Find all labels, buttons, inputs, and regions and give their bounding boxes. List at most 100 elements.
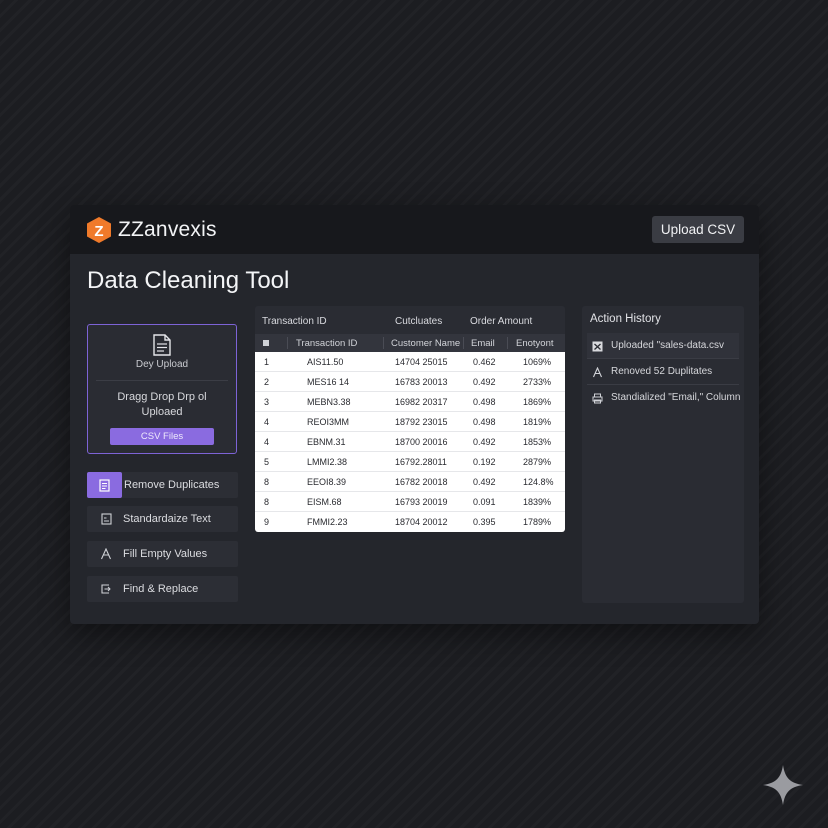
find-replace-button[interactable]: Find & Replace <box>87 576 238 602</box>
history-item[interactable]: Standialized "Email," Column <box>587 385 741 411</box>
action-label: Standardaize Text <box>123 513 211 525</box>
cell: 8 <box>264 477 270 487</box>
cell: 0.498 <box>473 397 496 407</box>
cell: 0.462 <box>473 357 496 367</box>
text-format-icon <box>93 506 119 532</box>
remove-duplicates-button[interactable]: Remove Duplicates <box>87 472 238 498</box>
cell: 0.192 <box>473 457 496 467</box>
cell: 5 <box>264 457 270 467</box>
cell: 16982 20317 <box>395 397 448 407</box>
dropzone-divider <box>96 380 228 381</box>
cell: 1853% <box>523 437 552 447</box>
table-group-header: Transaction ID Cutcluates Order Amount <box>255 306 565 334</box>
cell: 124.8% <box>523 477 554 487</box>
table-row[interactable]: 9 FMMI2.23 18704 20012 0.395 1789% <box>255 512 565 532</box>
action-label: Remove Duplicates <box>124 479 220 491</box>
group-header-cell: Transaction ID <box>262 316 327 327</box>
history-text: Renoved 52 Duplitates <box>611 366 713 377</box>
cell: MES16 14 <box>307 377 350 387</box>
cell: MEBN3.38 <box>307 397 351 407</box>
cell: 1869% <box>523 397 552 407</box>
check-box-icon <box>592 341 603 352</box>
cell: 8 <box>264 497 270 507</box>
cell: 0.492 <box>473 477 496 487</box>
cell: 18700 20016 <box>395 437 448 447</box>
cell: 4 <box>264 417 270 427</box>
action-label: Find & Replace <box>123 583 199 595</box>
cell: 9 <box>264 517 270 527</box>
cell: 16782 20018 <box>395 477 448 487</box>
replace-icon <box>93 576 119 602</box>
app-window: Z ZZanvexis Upload CSV Data Cleaning Too… <box>70 205 759 624</box>
cell: EEOI8.39 <box>307 477 347 487</box>
table-row[interactable]: 8 EEOI8.39 16782 20018 0.492 124.8% <box>255 472 565 492</box>
table-row[interactable]: 8 EISM.68 16793 20019 0.091 1839% <box>255 492 565 512</box>
brand-name: ZZanvexis <box>118 218 217 241</box>
history-text: Standialized "Email," Column <box>611 392 741 403</box>
cell: 1069% <box>523 357 552 367</box>
cell: 2733% <box>523 377 552 387</box>
font-icon <box>592 367 603 378</box>
history-text: Uploaded "sales-data.csv <box>611 340 725 351</box>
file-dropzone[interactable]: Dey Upload Dragg Drop Drp ol Uploaed CSV… <box>87 324 237 454</box>
fill-empty-values-button[interactable]: Fill Empty Values <box>87 541 238 567</box>
group-header-cell: Order Amount <box>470 316 533 327</box>
cell: 3 <box>264 397 270 407</box>
dropzone-instructions: Dragg Drop Drp ol Uploaed <box>117 391 207 418</box>
table-header: Transaction ID Customer Name Email Enoty… <box>255 334 565 352</box>
table-row[interactable]: 4 REOI3MM 18792 23015 0.498 1819% <box>255 412 565 432</box>
history-list: Uploaded "sales-data.csv Renoved 52 Dupl… <box>582 333 744 603</box>
cell: LMMI2.38 <box>307 457 348 467</box>
column-header[interactable]: Enotyont <box>516 338 554 349</box>
cell: REOI3MM <box>307 417 350 427</box>
cell: EBNM.31 <box>307 437 346 447</box>
cell: 16783 20013 <box>395 377 448 387</box>
cell: 0.091 <box>473 497 496 507</box>
data-table: Transaction ID Cutcluates Order Amount T… <box>255 306 565 532</box>
cell: 16792.28011 <box>395 457 447 467</box>
action-history-title: Action History <box>590 313 661 325</box>
cell: 18704 20012 <box>395 517 448 527</box>
cell: 2879% <box>523 457 552 467</box>
column-header[interactable]: Transaction ID <box>296 338 357 349</box>
cell: FMMI2.23 <box>307 517 348 527</box>
cell: 18792 23015 <box>395 417 448 427</box>
cell: 1 <box>264 357 270 367</box>
column-header[interactable]: Customer Name <box>391 338 460 349</box>
csv-files-button[interactable]: CSV Files <box>110 428 214 445</box>
logo-letter: Z <box>94 223 103 240</box>
dropzone-small-label: Dey Upload <box>135 359 189 370</box>
table-row[interactable]: 4 EBNM.31 18700 20016 0.492 1853% <box>255 432 565 452</box>
action-label: Fill Empty Values <box>123 548 208 560</box>
cell: 0.492 <box>473 377 496 387</box>
table-row[interactable]: 2 MES16 14 16783 20013 0.492 2733% <box>255 372 565 392</box>
standardize-text-button[interactable]: Standardaize Text <box>87 506 238 532</box>
cell: AIS11.50 <box>307 357 344 367</box>
cell: 14704 25015 <box>395 357 448 367</box>
history-item[interactable]: Renoved 52 Duplitates <box>587 359 739 385</box>
column-header[interactable]: Email <box>471 338 495 349</box>
table-row[interactable]: 3 MEBN3.38 16982 20317 0.498 1869% <box>255 392 565 412</box>
font-icon <box>93 541 119 567</box>
file-icon <box>153 334 171 356</box>
cell: 4 <box>264 437 270 447</box>
cell: 16793 20019 <box>395 497 448 507</box>
sparkle-icon <box>763 765 803 805</box>
logo-icon: Z <box>87 217 111 243</box>
select-all-checkbox[interactable] <box>263 340 269 346</box>
page-title: Data Cleaning Tool <box>87 267 290 294</box>
print-icon <box>592 393 603 404</box>
table-row[interactable]: 1 AIS11.50 14704 25015 0.462 1069% <box>255 352 565 372</box>
document-icon <box>87 472 122 498</box>
history-item[interactable]: Uploaded "sales-data.csv <box>587 333 739 359</box>
table-row[interactable]: 5 LMMI2.38 16792.28011 0.192 2879% <box>255 452 565 472</box>
top-bar: Z ZZanvexis Upload CSV <box>70 205 759 254</box>
cell: 2 <box>264 377 270 387</box>
cell: 1819% <box>523 417 552 427</box>
upload-csv-button[interactable]: Upload CSV <box>652 216 744 243</box>
cell: 1839% <box>523 497 552 507</box>
cell: 0.498 <box>473 417 496 427</box>
action-history-panel: Action History Uploaded "sales-data.csv … <box>582 306 744 603</box>
cell: 1789% <box>523 517 552 527</box>
cell: 0.492 <box>473 437 496 447</box>
